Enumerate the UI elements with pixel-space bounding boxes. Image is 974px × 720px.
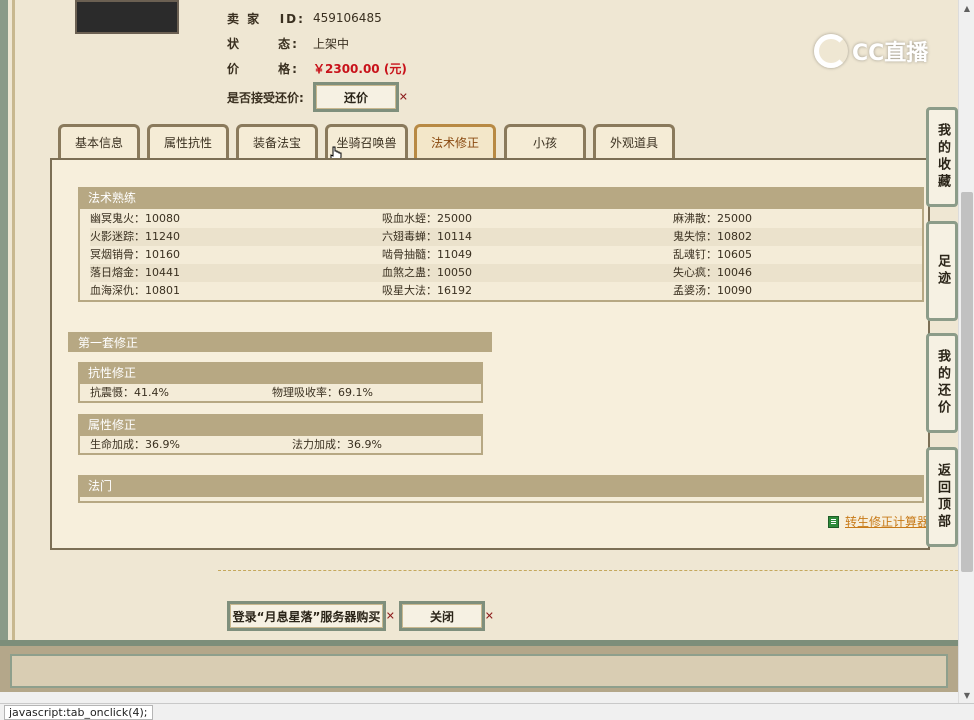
skill-cell: 血海深仇：10801: [90, 284, 180, 297]
horizontal-scrollbar[interactable]: [0, 692, 958, 703]
side-nav-favorites[interactable]: 我的收藏: [926, 107, 958, 207]
status-value: 上架中: [313, 36, 350, 51]
skill-cell: 落日熔金：10441: [90, 266, 180, 279]
skill-cell: 吸星大法：16192: [382, 284, 472, 297]
skill-cell: 冥烟销骨：10160: [90, 248, 180, 261]
price-label: 价 格:: [227, 61, 299, 76]
scroll-up-icon[interactable]: ▲: [959, 0, 974, 16]
resistance-correction-box: 抗震慑：41.4% 物理吸收率：69.1%: [78, 382, 483, 403]
skill-cell: 鬼失惊：10802: [673, 230, 752, 243]
seller-thumbnail: [75, 0, 179, 34]
school-box: [78, 495, 924, 503]
status-bar: javascript:tab_onclick(4);: [0, 703, 974, 720]
calc-link-text: 转生修正计算器: [845, 515, 930, 529]
side-nav-back-to-top[interactable]: 返回顶部: [926, 447, 958, 547]
skill-cell: 火影迷踪：11240: [90, 230, 180, 243]
skill-cell: 孟婆汤：10090: [673, 284, 752, 297]
table-row: 幽冥鬼火：10080 吸血水蛭：25000 麻沸散：25000: [90, 210, 922, 228]
skill-cell: 幽冥鬼火：10080: [90, 212, 180, 225]
resistance-item: 抗震慑：41.4%: [90, 386, 169, 399]
seller-id-label: 卖 家 ID:: [227, 11, 305, 26]
side-nav-label: 返回顶部: [935, 463, 950, 531]
status-label: 状 态:: [227, 36, 299, 51]
status-bar-text: javascript:tab_onclick(4);: [4, 704, 153, 720]
resistance-correction-header: 抗性修正: [78, 362, 483, 382]
counter-offer-button[interactable]: 还价: [313, 82, 399, 112]
counter-offer-row: 是否接受还价:: [227, 89, 304, 105]
skill-cell: 六翅毒蝉：10114: [382, 230, 472, 243]
seller-id-row: 卖 家 ID: 459106485: [227, 10, 382, 26]
table-row: 抗震慑：41.4% 物理吸收率：69.1%: [90, 384, 481, 402]
close-button[interactable]: 关闭: [399, 601, 485, 631]
side-nav-label: 我的收藏: [935, 123, 950, 191]
price-value: ￥2300.00 (元): [313, 61, 407, 76]
watermark-text: CC直播: [852, 41, 929, 66]
side-nav-label: 足迹: [935, 254, 950, 288]
status-row: 状 态: 上架中: [227, 35, 349, 51]
skill-cell: 吸血水蛭：25000: [382, 212, 472, 225]
calculator-icon: [828, 515, 839, 528]
skill-cell: 失心疯：10046: [673, 266, 752, 279]
tab-attributes[interactable]: 属性抗性: [147, 124, 229, 158]
spell-mastery-header: 法术熟练: [78, 187, 924, 207]
skill-cell: 乱魂钉：10605: [673, 248, 752, 261]
tab-equipment[interactable]: 装备法宝: [236, 124, 318, 158]
tab-appearance[interactable]: 外观道具: [593, 124, 675, 158]
side-nav-footprint[interactable]: 足迹: [926, 221, 958, 321]
attribute-correction-header: 属性修正: [78, 414, 483, 434]
price-row: 价 格: ￥2300.00 (元): [227, 60, 407, 76]
reincarnation-calculator-link[interactable]: 转生修正计算器: [828, 513, 929, 530]
scroll-thumb[interactable]: [961, 192, 973, 572]
table-row: 落日熔金：10441 血煞之蛊：10050 失心疯：10046: [90, 264, 922, 282]
resistance-item: 物理吸收率：69.1%: [272, 386, 373, 399]
table-row: 血海深仇：10801 吸星大法：16192 孟婆汤：10090: [90, 282, 922, 300]
seller-id-value: 459106485: [313, 11, 382, 25]
attribute-item: 生命加成：36.9%: [90, 438, 180, 451]
cc-logo-icon: [814, 34, 848, 68]
cc-live-watermark: CC直播: [814, 34, 928, 68]
table-row: 冥烟销骨：10160 啮骨抽髓：11049 乱魂钉：10605: [90, 246, 922, 264]
tab-basic-info[interactable]: 基本信息: [58, 124, 140, 158]
counter-offer-label: 是否接受还价:: [227, 90, 304, 105]
table-row: 火影迷踪：11240 六翅毒蝉：10114 鬼失惊：10802: [90, 228, 922, 246]
skill-cell: 麻沸散：25000: [673, 212, 752, 225]
vertical-scrollbar[interactable]: ▲ ▼: [958, 0, 974, 703]
school-header: 法门: [78, 475, 924, 495]
attribute-correction-box: 生命加成：36.9% 法力加成：36.9%: [78, 434, 483, 455]
spell-mastery-box: 幽冥鬼火：10080 吸血水蛭：25000 麻沸散：25000 火影迷踪：112…: [78, 207, 924, 302]
skill-cell: 血煞之蛊：10050: [382, 266, 472, 279]
table-row: 生命加成：36.9% 法力加成：36.9%: [90, 436, 481, 454]
tab-spell-correction[interactable]: 法术修正: [414, 124, 496, 158]
login-buy-button[interactable]: 登录“月息星落”服务器购买: [227, 601, 386, 631]
divider: [218, 570, 958, 571]
first-correction-header: 第一套修正: [68, 332, 492, 352]
attribute-item: 法力加成：36.9%: [292, 438, 382, 451]
scroll-down-icon[interactable]: ▼: [959, 687, 974, 703]
side-nav-my-offers[interactable]: 我的还价: [926, 333, 958, 433]
side-nav-label: 我的还价: [935, 349, 950, 417]
tab-child[interactable]: 小孩: [504, 124, 586, 158]
skill-cell: 啮骨抽髓：11049: [382, 248, 472, 261]
